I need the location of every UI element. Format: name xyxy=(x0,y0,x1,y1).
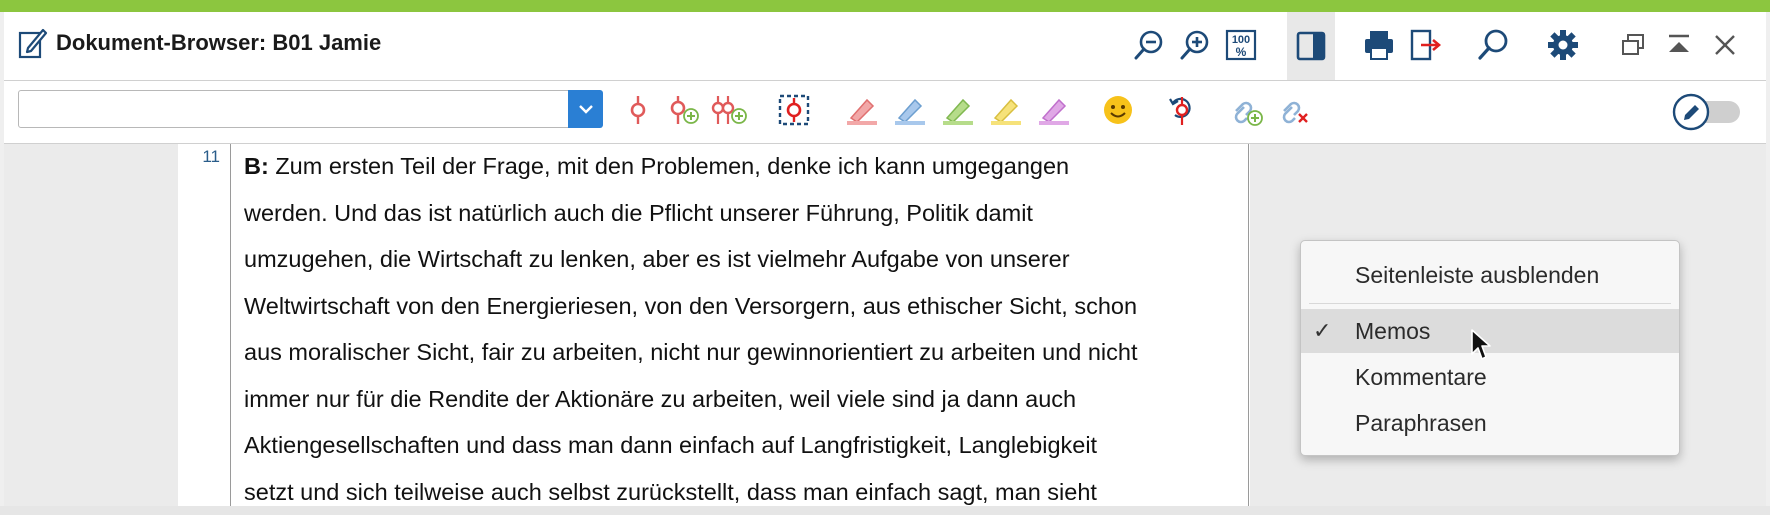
text-line: werden. Und das ist natürlich auch die P… xyxy=(244,190,1244,237)
code-icon[interactable] xyxy=(618,90,658,130)
zoom-out-icon[interactable] xyxy=(1126,22,1172,68)
highlight-yellow-icon[interactable] xyxy=(986,90,1026,130)
menu-separator xyxy=(1309,303,1671,304)
paragraph-text[interactable]: B: Zum ersten Teil der Frage, mit den Pr… xyxy=(244,143,1244,515)
text-line: Aktiengesellschaften und dass man dann e… xyxy=(244,422,1244,469)
printer-icon[interactable] xyxy=(1356,22,1402,68)
zoom-100-icon[interactable]: 100% xyxy=(1218,22,1264,68)
speaker-label: B: xyxy=(244,153,269,179)
edit-mode-toggle[interactable] xyxy=(1672,93,1744,131)
edit-document-icon xyxy=(18,26,48,60)
mouse-pointer-icon xyxy=(1470,328,1492,367)
close-icon[interactable] xyxy=(1702,22,1748,68)
collapse-window-icon[interactable] xyxy=(1656,22,1702,68)
highlight-blue-icon[interactable] xyxy=(890,90,930,130)
undo-code-icon[interactable] xyxy=(1162,90,1202,130)
chevron-down-icon[interactable] xyxy=(568,90,603,128)
sidebar-toggle-icon[interactable] xyxy=(1287,12,1335,80)
highlight-red-icon[interactable] xyxy=(842,90,882,130)
text-line: B: Zum ersten Teil der Frage, mit den Pr… xyxy=(244,143,1244,190)
text-line: setzt und sich teilweise auch selbst zur… xyxy=(244,469,1244,515)
coding-toolbar xyxy=(4,81,1766,144)
window-accent-bar xyxy=(0,0,1770,12)
link-add-icon[interactable] xyxy=(1226,90,1266,130)
document-browser-window: Dokument-Browser: B01 Jamie 100% xyxy=(0,0,1770,506)
menu-item-hide-sidebar[interactable]: Seitenleiste ausblenden xyxy=(1301,253,1679,297)
window-title: Dokument-Browser: B01 Jamie xyxy=(56,26,381,60)
link-remove-icon[interactable] xyxy=(1274,90,1314,130)
text-line: immer nur für die Rendite der Aktionäre … xyxy=(244,376,1244,423)
export-icon[interactable] xyxy=(1402,22,1448,68)
highlight-green-icon[interactable] xyxy=(938,90,978,130)
search-icon[interactable] xyxy=(1470,22,1516,68)
text-line: Weltwirtschaft von den Energieriesen, vo… xyxy=(244,283,1244,330)
highlight-purple-icon[interactable] xyxy=(1034,90,1074,130)
code-recent-icon[interactable] xyxy=(710,90,750,130)
select-region-icon[interactable] xyxy=(774,90,814,130)
paragraph-number: 11 xyxy=(192,147,220,167)
page-right-edge xyxy=(1248,144,1249,506)
code-new-icon[interactable] xyxy=(664,90,704,130)
emoticode-icon[interactable] xyxy=(1098,90,1138,130)
code-selector-input[interactable] xyxy=(18,90,600,128)
settings-gear-icon[interactable] xyxy=(1540,22,1586,68)
svg-text:%: % xyxy=(1236,45,1247,59)
restore-window-icon[interactable] xyxy=(1610,22,1656,68)
text-line: umzugehen, die Wirtschaft zu lenken, abe… xyxy=(244,236,1244,283)
zoom-in-icon[interactable] xyxy=(1172,22,1218,68)
check-icon: ✓ xyxy=(1313,309,1331,353)
title-bar: Dokument-Browser: B01 Jamie 100% xyxy=(4,12,1766,81)
menu-item-paraphrasen[interactable]: Paraphrasen xyxy=(1301,401,1679,445)
margin-divider xyxy=(230,144,231,506)
text-line: aus moralischer Sicht, fair zu arbeiten,… xyxy=(244,329,1244,376)
